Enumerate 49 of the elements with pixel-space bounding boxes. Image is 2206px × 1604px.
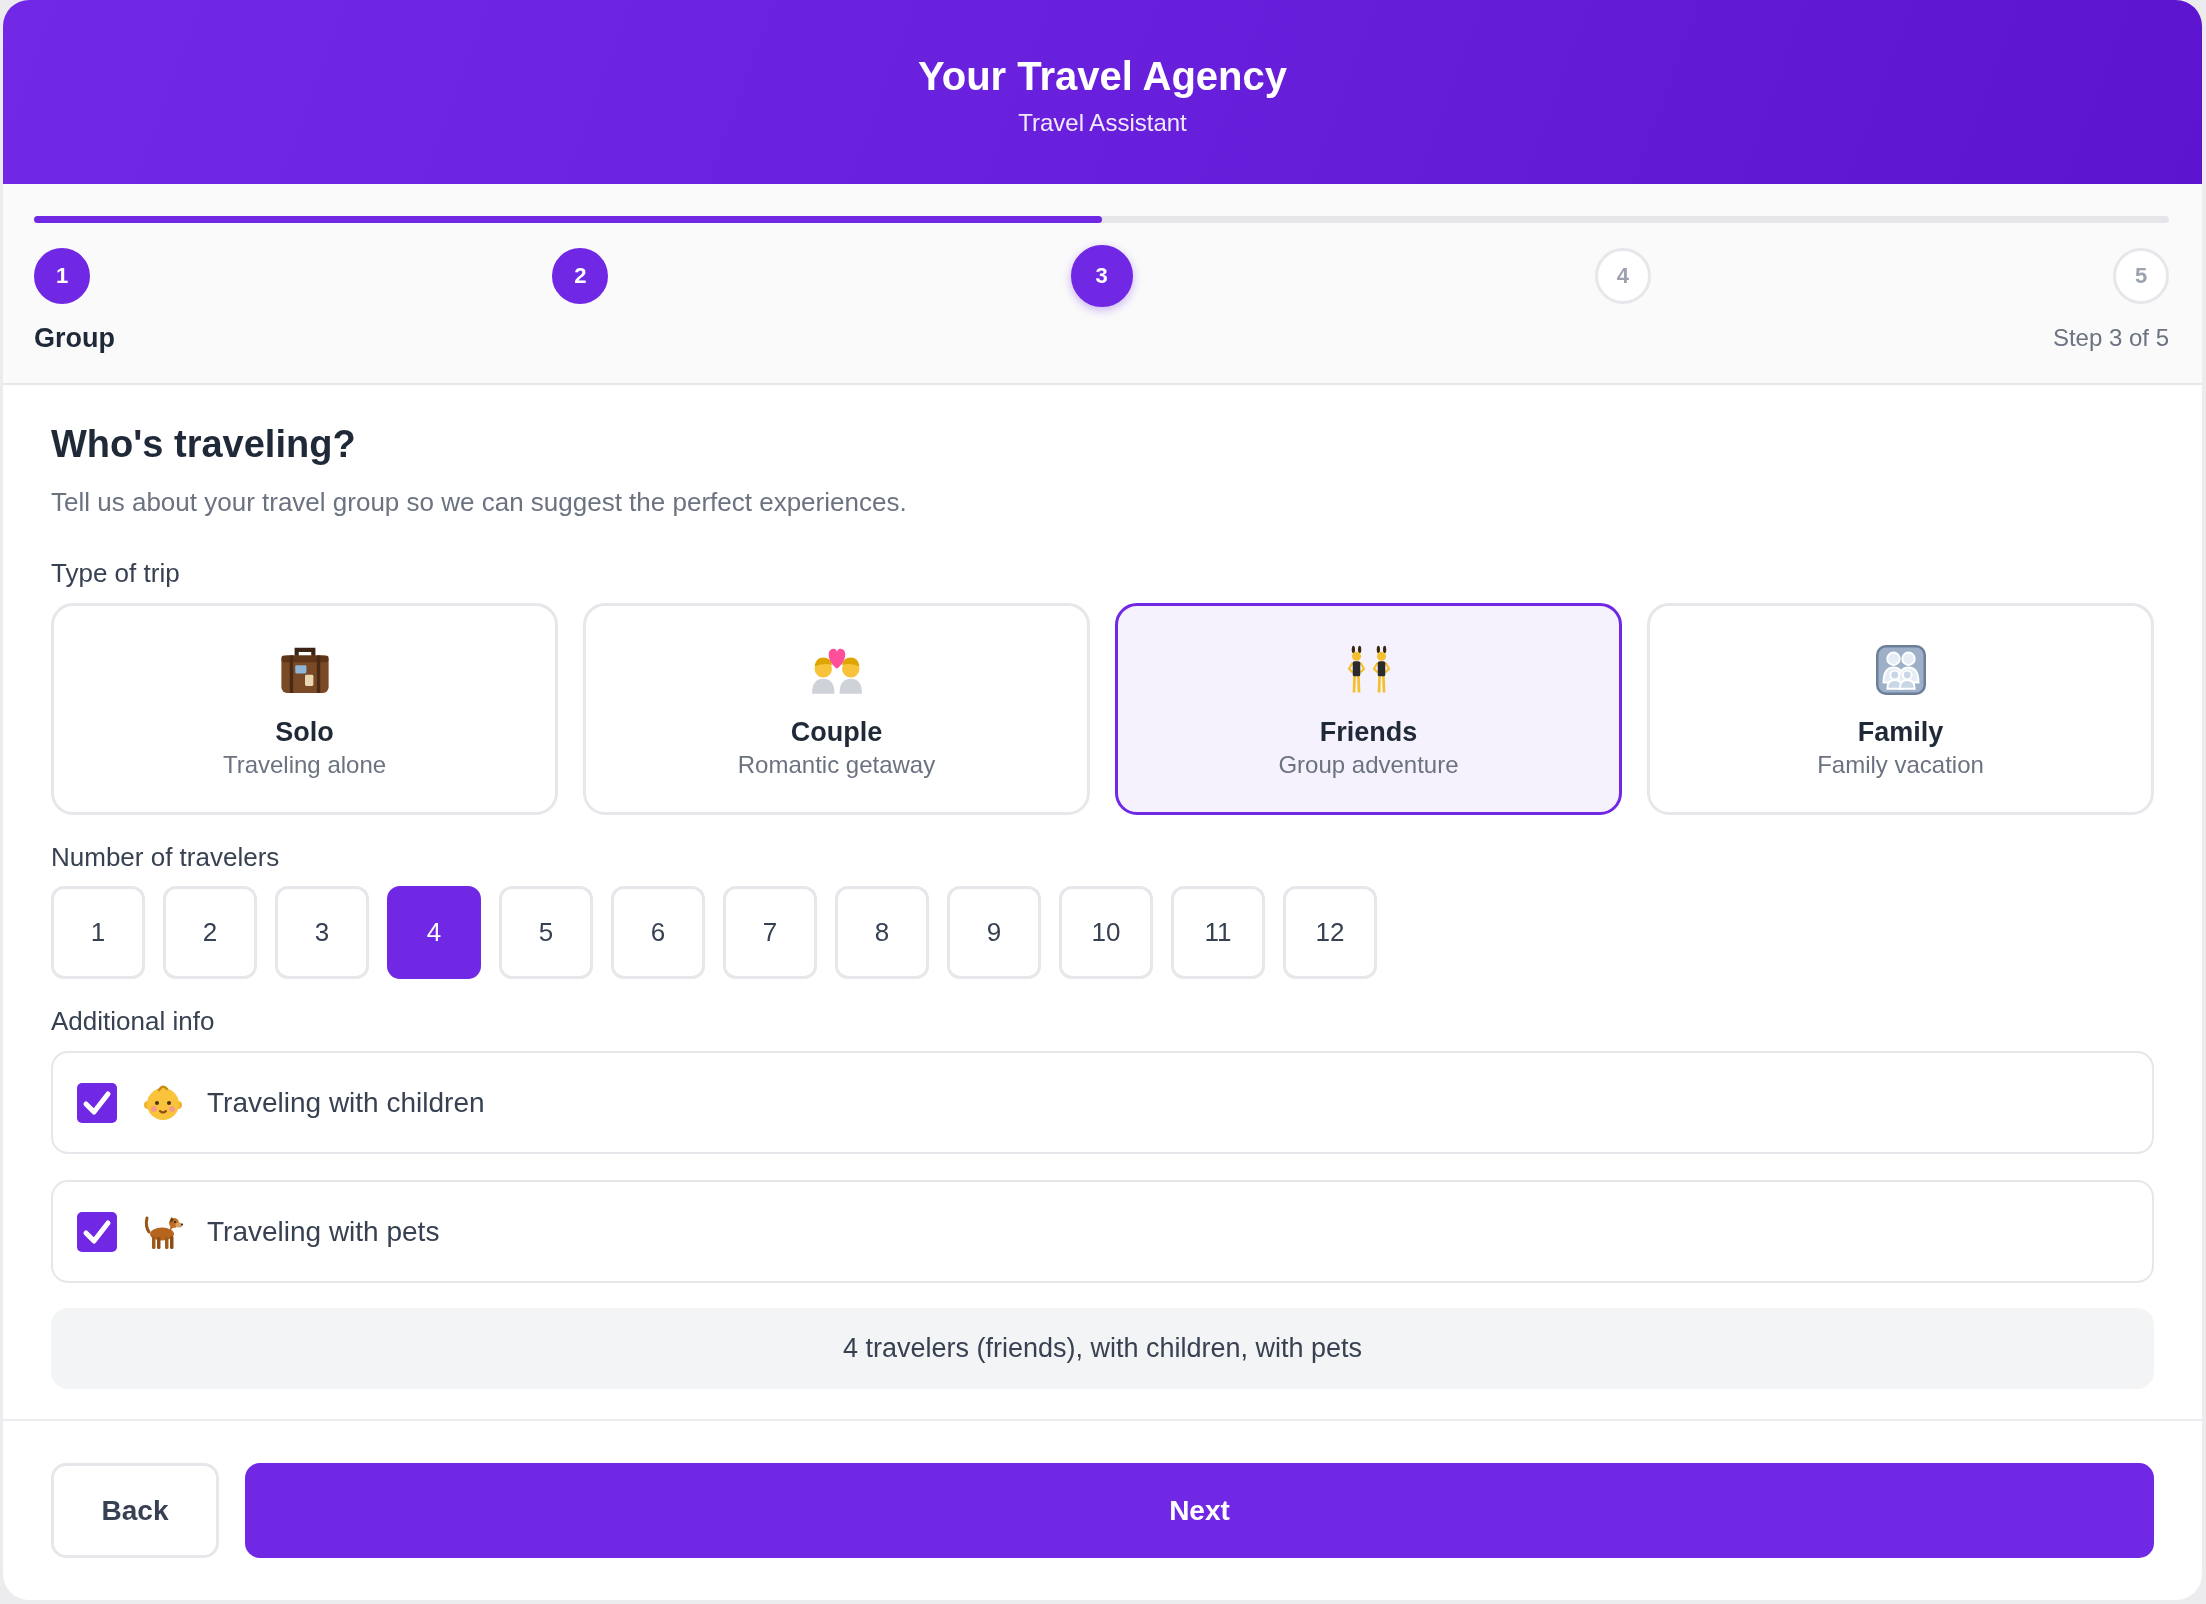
step-indicator: 2 [552, 248, 609, 304]
traveler-count-button[interactable]: 1 [51, 886, 145, 979]
suitcase-icon [279, 645, 330, 695]
card-description: Group adventure [1278, 750, 1459, 780]
card-description: Romantic getaway [737, 750, 936, 780]
traveler-count-button[interactable]: 7 [723, 886, 817, 979]
checkbox-label: Traveling with children [207, 1086, 485, 1119]
traveler-count-button[interactable]: 4 [387, 886, 481, 979]
trip-type-card[interactable]: Family Family vacation [1647, 603, 2154, 815]
next-button[interactable]: Next [245, 1463, 2154, 1558]
back-button[interactable]: Back [51, 1463, 219, 1558]
trip-type-card[interactable]: Friends Group adventure [1115, 603, 1622, 815]
card-title: Friends [1319, 716, 1418, 749]
traveler-count-button[interactable]: 8 [835, 886, 929, 979]
traveler-count-button[interactable]: 12 [1283, 886, 1377, 979]
checkbox[interactable] [77, 1211, 117, 1252]
page-heading: Who's traveling? [51, 422, 357, 467]
traveler-count-button[interactable]: 10 [1059, 886, 1153, 979]
trip-type-card[interactable]: Solo Traveling alone [51, 603, 558, 815]
traveler-count-button[interactable]: 11 [1171, 886, 1265, 979]
section-label: Type of trip [51, 557, 181, 590]
step-counter: Step 3 of 5 [2052, 323, 2169, 353]
traveler-count-button[interactable]: 5 [499, 886, 593, 979]
trip-type-card[interactable]: Couple Romantic getaway [583, 603, 1090, 815]
step-indicator: 3 [1070, 245, 1133, 307]
step-name: Group [34, 322, 115, 354]
section-label: Additional info [51, 1005, 216, 1038]
card-title: Family [1857, 716, 1944, 749]
card-description: Traveling alone [222, 750, 387, 780]
card-title: Solo [275, 716, 334, 749]
checkbox[interactable] [77, 1082, 117, 1123]
step-indicator: 4 [1594, 248, 1651, 304]
traveler-count-button[interactable]: 9 [947, 886, 1041, 979]
card-description: Family vacation [1817, 750, 1984, 780]
card-title: Couple [790, 716, 883, 749]
traveler-count-button[interactable]: 6 [611, 886, 705, 979]
page-description: Tell us about your travel group so we can suggest the perfect experiences. [51, 486, 908, 519]
step-indicator: 5 [2113, 248, 2169, 304]
traveler-count-button[interactable]: 3 [275, 886, 369, 979]
step-indicator: 1 [34, 248, 90, 304]
section-label: Number of travelers [51, 841, 281, 874]
checkbox-option[interactable]: Traveling with children [51, 1051, 2154, 1154]
traveler-count-button[interactable]: 2 [163, 886, 257, 979]
app-title: Your Travel Agency [917, 53, 1288, 100]
family-icon [1875, 645, 1926, 695]
checkbox-option[interactable]: Traveling with pets [51, 1180, 2154, 1283]
checkbox-label: Traveling with pets [207, 1215, 440, 1248]
selection-summary: 4 travelers (friends), with children, with pets [51, 1308, 2154, 1389]
app-subtitle: Travel Assistant [1017, 109, 1188, 137]
